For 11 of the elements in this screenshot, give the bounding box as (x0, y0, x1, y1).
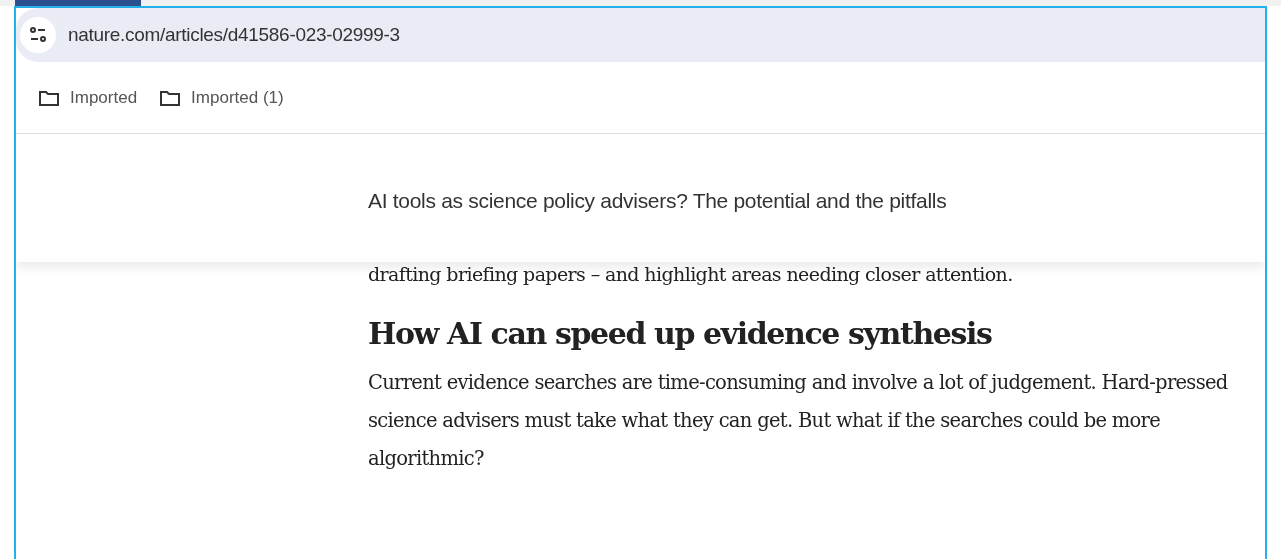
article-title: AI tools as science policy advisers? The potential and the pitfalls (368, 187, 947, 214)
folder-icon (38, 88, 60, 107)
section-heading: How AI can speed up evidence synthesis (368, 315, 993, 353)
bookmark-folder[interactable]: Imported (38, 84, 138, 111)
bookmark-folder[interactable]: Imported (1) (159, 84, 284, 111)
article-paragraph: Current evidence searches are time-consuming and involve a lot of judgement. Hard-pressed science advisers must take what they can get. But what if the searches could be more algorithmic? (368, 370, 1229, 472)
folder-icon (159, 88, 182, 107)
url-text: nature.com/articles/d41586-023-02999-3 (68, 22, 400, 47)
site-settings-icon[interactable] (20, 17, 56, 53)
article-text: drafting briefing papers – and highlight areas needing closer attention. (368, 262, 1014, 286)
address-bar[interactable]: nature.com/articles/d41586-023-02999-3 (16, 8, 1265, 62)
